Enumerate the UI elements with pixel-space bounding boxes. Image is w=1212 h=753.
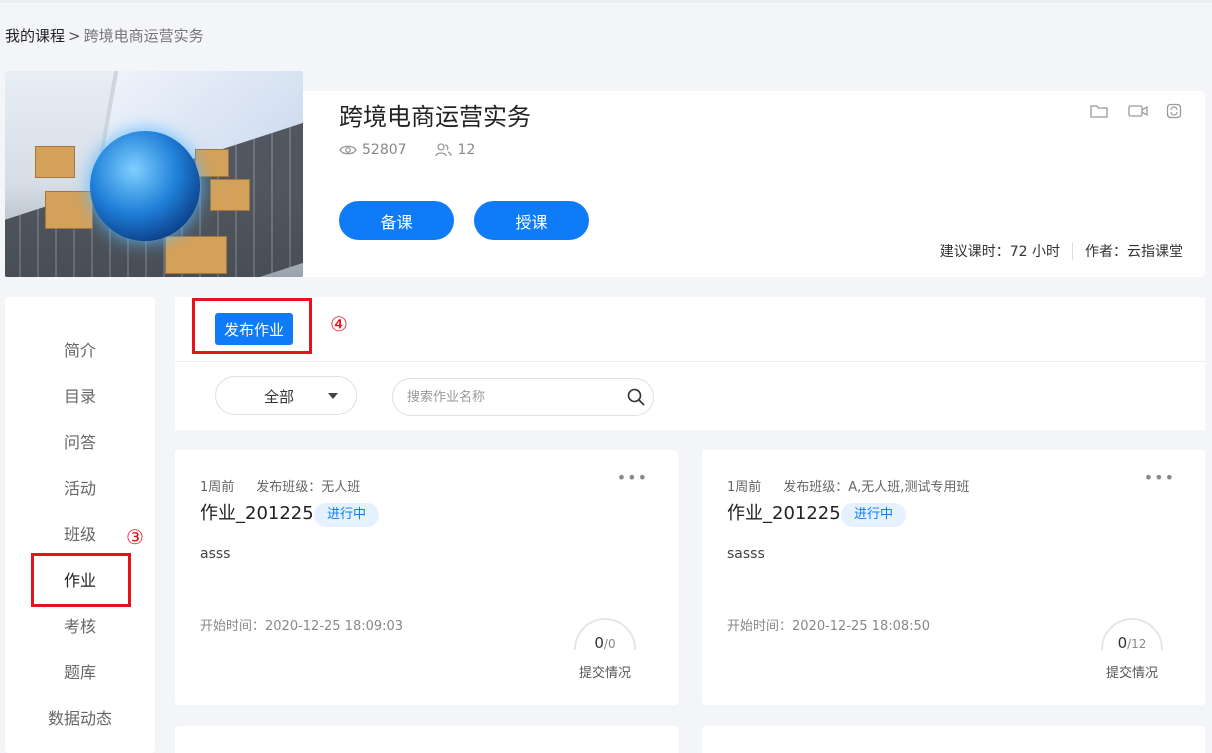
course-cover-image [5, 71, 303, 277]
toolbar-divider [175, 361, 1205, 362]
homework-card[interactable]: 1周前 发布班级：A,无人班,测试专用班 ••• 作业_201225 进行中 sa… [702, 450, 1205, 705]
members-stat: 12 [434, 142, 476, 158]
sidebar-item-data-activity[interactable]: 数据动态 [5, 708, 155, 730]
course-header-card: 跨境电商运营实务 52807 12 备课 授课 建议课时： 72 小时 作者： … [5, 71, 1205, 277]
total-count: /0 [603, 637, 616, 651]
video-icon[interactable] [1128, 103, 1148, 121]
hours-value: 72 小时 [1009, 244, 1060, 260]
homework-title[interactable]: 作业_201225 [200, 502, 314, 526]
meta-divider [1072, 242, 1073, 260]
homework-title[interactable]: 作业_201225 [727, 502, 841, 526]
filter-selected-value: 全部 [264, 388, 295, 406]
users-icon [434, 143, 453, 157]
caret-down-icon [328, 393, 338, 399]
homework-meta: 1周前 发布班级：无人班 [200, 476, 360, 495]
views-stat: 52807 [339, 142, 407, 158]
more-options-icon[interactable]: ••• [1144, 468, 1175, 487]
prep-lesson-button[interactable]: 备课 [339, 201, 454, 240]
status-badge: 进行中 [314, 503, 380, 527]
teach-lesson-button[interactable]: 授课 [474, 201, 589, 240]
submission-count: 0/12 [1092, 634, 1172, 652]
sidebar-item-exam[interactable]: 考核 [5, 616, 155, 638]
homework-card-next[interactable] [702, 726, 1205, 753]
start-time: 开始时间：2020-12-25 18:09:03 [200, 619, 404, 634]
submission-count: 0/0 [565, 634, 645, 652]
homework-description: sasss [727, 546, 765, 562]
homework-card-next[interactable] [175, 726, 678, 753]
published-classes: 发布班级：A,无人班,测试专用班 [783, 480, 970, 495]
homework-card[interactable]: 1周前 发布班级：无人班 ••• 作业_201225 进行中 asss 开始时间：… [175, 450, 678, 705]
sidebar-item-qa[interactable]: 问答 [5, 432, 155, 454]
author-value: 云指课堂 [1127, 244, 1183, 260]
sidebar-item-activity[interactable]: 活动 [5, 478, 155, 500]
sidebar-item-question-bank[interactable]: 题库 [5, 662, 155, 684]
submission-status-label[interactable]: 提交情况 [1092, 662, 1172, 681]
start-time: 开始时间：2020-12-25 18:08:50 [727, 619, 931, 634]
breadcrumb-separator: > [68, 27, 81, 45]
more-options-icon[interactable]: ••• [617, 468, 648, 487]
views-count: 52807 [362, 142, 407, 158]
homework-description: asss [200, 546, 231, 562]
highlight-publish-button [192, 298, 312, 354]
breadcrumb-current: 跨境电商运营实务 [83, 27, 204, 45]
time-ago: 1周前 [200, 480, 235, 495]
author-label: 作者： [1085, 244, 1127, 260]
members-count: 12 [457, 142, 476, 158]
highlight-homework-nav [31, 553, 131, 607]
submitted-count: 0 [1117, 634, 1128, 652]
top-divider [0, 0, 1212, 3]
submission-status-label[interactable]: 提交情况 [565, 662, 645, 681]
submitted-count: 0 [594, 634, 604, 652]
sidebar-item-catalog[interactable]: 目录 [5, 386, 155, 408]
total-count: /12 [1127, 637, 1147, 651]
eye-icon [339, 144, 357, 156]
course-meta: 建议课时： 72 小时 作者： 云指课堂 [940, 241, 1183, 261]
folder-icon[interactable] [1090, 103, 1108, 121]
homework-search-input[interactable] [407, 387, 617, 407]
homework-search-box [392, 378, 654, 416]
course-tool-icons [1090, 103, 1184, 121]
homework-meta: 1周前 发布班级：A,无人班,测试专用班 [727, 476, 969, 495]
status-badge: 进行中 [841, 503, 907, 527]
status-filter-select[interactable]: 全部 [215, 376, 357, 415]
breadcrumb-my-courses[interactable]: 我的课程 [5, 27, 65, 45]
sidebar-item-intro[interactable]: 简介 [5, 340, 155, 362]
breadcrumb: 我的课程 > 跨境电商运营实务 [5, 26, 204, 46]
course-stats: 52807 12 [339, 142, 475, 158]
published-classes: 发布班级：无人班 [256, 480, 361, 495]
hours-label: 建议课时： [939, 244, 1010, 260]
sync-icon[interactable] [1166, 103, 1184, 121]
course-title: 跨境电商运营实务 [339, 103, 531, 131]
time-ago: 1周前 [727, 480, 762, 495]
step-3-marker: ③ [126, 525, 144, 549]
step-4-marker: ④ [330, 312, 348, 336]
search-icon[interactable] [627, 388, 645, 410]
